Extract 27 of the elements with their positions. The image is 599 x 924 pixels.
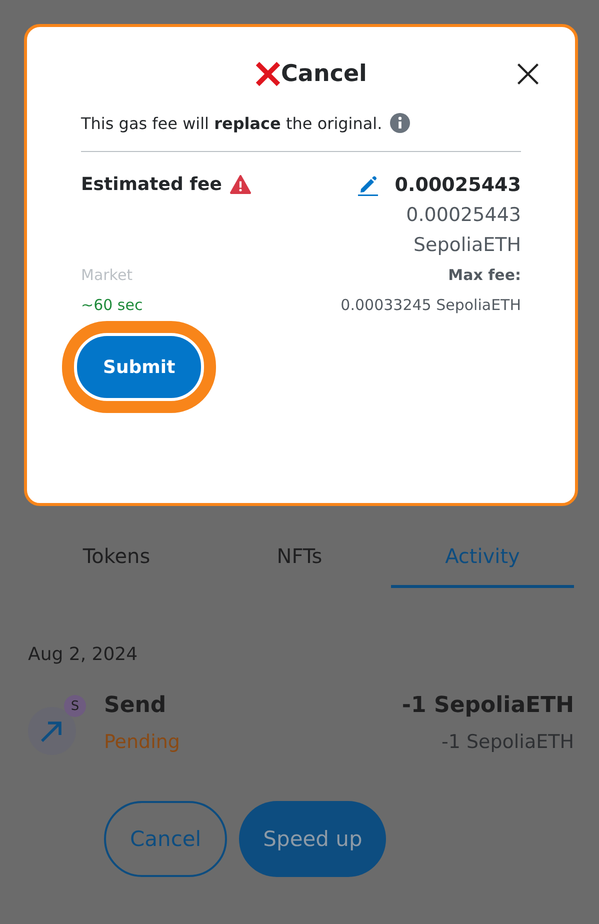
time-estimate: ~60 sec xyxy=(81,296,143,314)
submit-button[interactable]: Submit xyxy=(77,336,202,398)
fee-amount-secondary: 0.00025443 xyxy=(406,204,521,226)
speed-label: Market xyxy=(81,266,134,284)
notice-text: This gas fee will replace the original. xyxy=(81,114,382,132)
date-heading: Aug 2, 2024 xyxy=(28,644,139,665)
tab[interactable]: Activity xyxy=(391,526,574,588)
tab[interactable]: Tokens xyxy=(25,526,208,588)
close-button[interactable] xyxy=(514,61,541,87)
speed-up-button[interactable]: Speed up xyxy=(239,801,386,877)
fee-amount: 0.00025443 xyxy=(394,174,521,196)
transaction-amount: -1 SepoliaETH xyxy=(402,693,574,718)
transaction-title: Send xyxy=(104,693,166,718)
info-icon[interactable] xyxy=(390,113,410,133)
transaction-status: Pending xyxy=(104,731,180,753)
dialog-title: Cancel xyxy=(281,61,367,87)
warning-icon xyxy=(230,175,251,194)
network-badge: S xyxy=(64,695,86,717)
fee-label: Estimated fee xyxy=(81,174,222,195)
tab[interactable]: NFTs xyxy=(208,526,391,588)
cancel-button[interactable]: Cancel xyxy=(104,801,228,877)
transaction-amount-secondary: -1 SepoliaETH xyxy=(441,731,574,753)
max-fee-value: 0.00033245 SepoliaETH xyxy=(340,296,521,314)
max-fee-label: Max fee: xyxy=(448,266,521,284)
fee-currency: SepoliaETH xyxy=(413,234,521,256)
cross-icon xyxy=(255,61,282,87)
edit-icon[interactable] xyxy=(356,174,379,196)
